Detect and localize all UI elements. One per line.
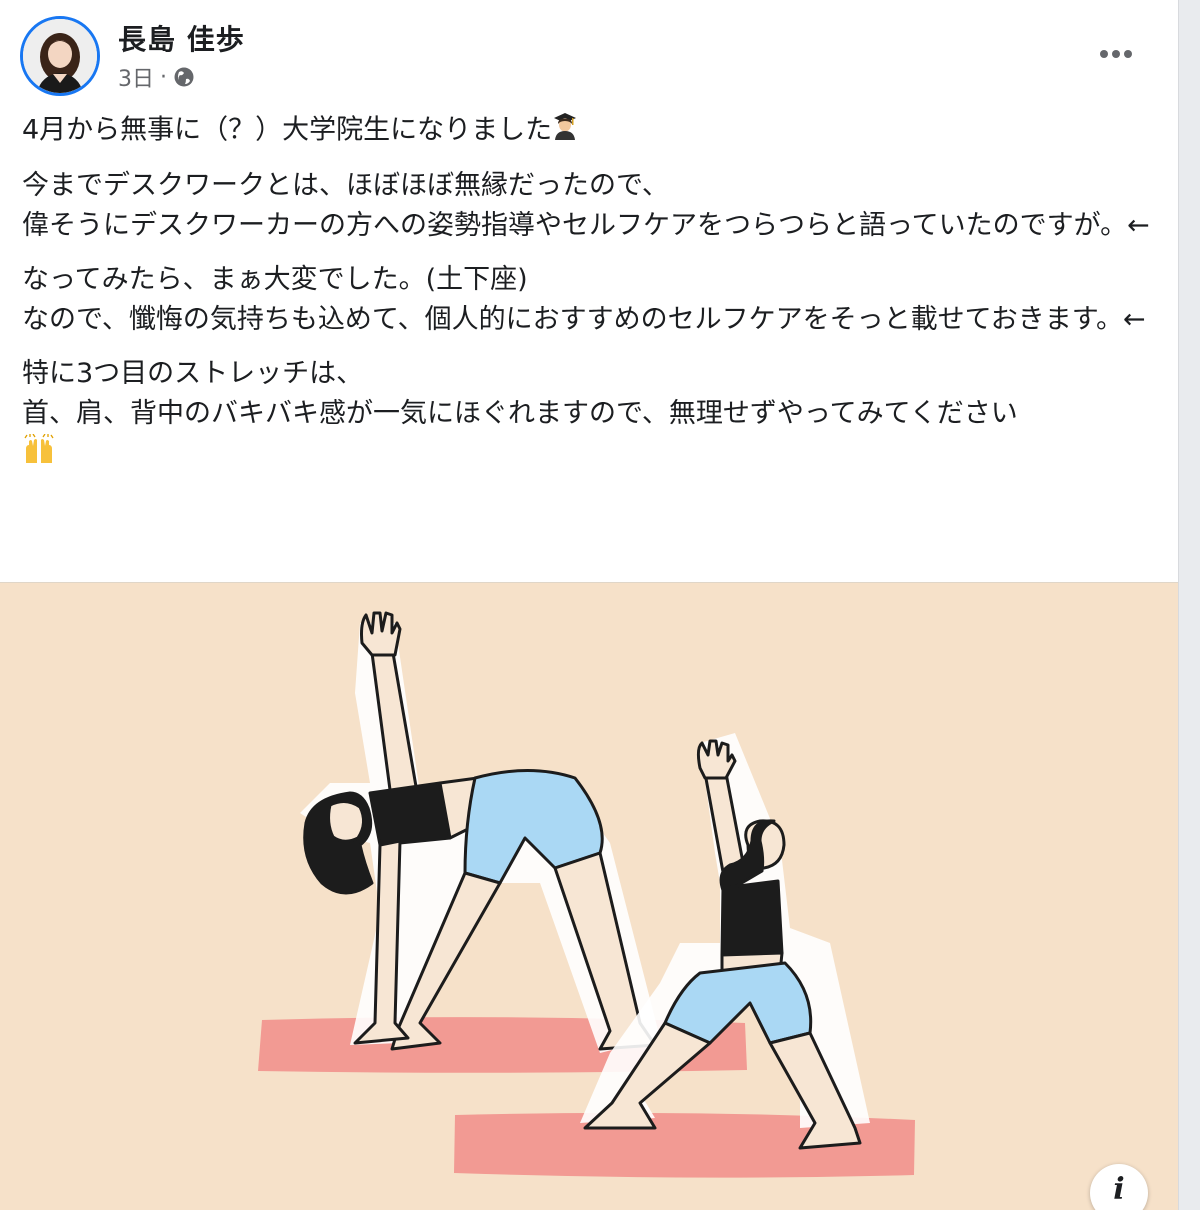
post-paragraph-2: 今までデスクワークとは、ほぼほぼ無縁だったので、 偉そうにデスクワーカーの方への… [22,170,1150,241]
paragraph-text-4: 特に3つ目のストレッチは、 首、肩、背中のバキバキ感が一気にほぐれますので、無理… [22,358,1018,429]
more-options-button[interactable] [1094,36,1138,72]
author-avatar[interactable] [20,16,100,96]
post-card: 長島 佳歩 3日 · 4月から無事に（？）大学院生になりました 今までデスクワー… [0,0,1179,1210]
info-icon: i [1113,1171,1125,1207]
post-meta: 3日 · [118,62,195,92]
yoga-illustration [258,611,915,1178]
more-horizontal-icon [1100,50,1132,58]
graduate-emoji [552,110,578,152]
globe-icon [173,66,195,88]
post-paragraph-3: なってみたら、まぁ大変でした。(土下座) なので、懺悔の気持ちも込めて、個人的に… [22,264,1146,335]
post-image[interactable] [0,582,1178,1210]
raising-hands-emoji [22,433,56,476]
meta-separator: · [160,64,167,90]
post-paragraph-4: 特に3つ目のストレッチは、 首、肩、背中のバキバキ感が一気にほぐれますので、無理… [22,354,1152,476]
figure-triangle-pose [300,611,660,1053]
paragraph-text-1: 4月から無事に（？）大学院生になりました [22,114,553,146]
post-header: 長島 佳歩 3日 · [0,0,1178,110]
post-timestamp[interactable]: 3日 [118,61,154,93]
post-paragraph-1: 4月から無事に（？）大学院生になりました [22,110,1152,152]
author-name[interactable]: 長島 佳歩 [118,18,245,58]
post-body: 4月から無事に（？）大学院生になりました 今までデスクワークとは、ほぼほぼ無縁だ… [22,110,1152,490]
